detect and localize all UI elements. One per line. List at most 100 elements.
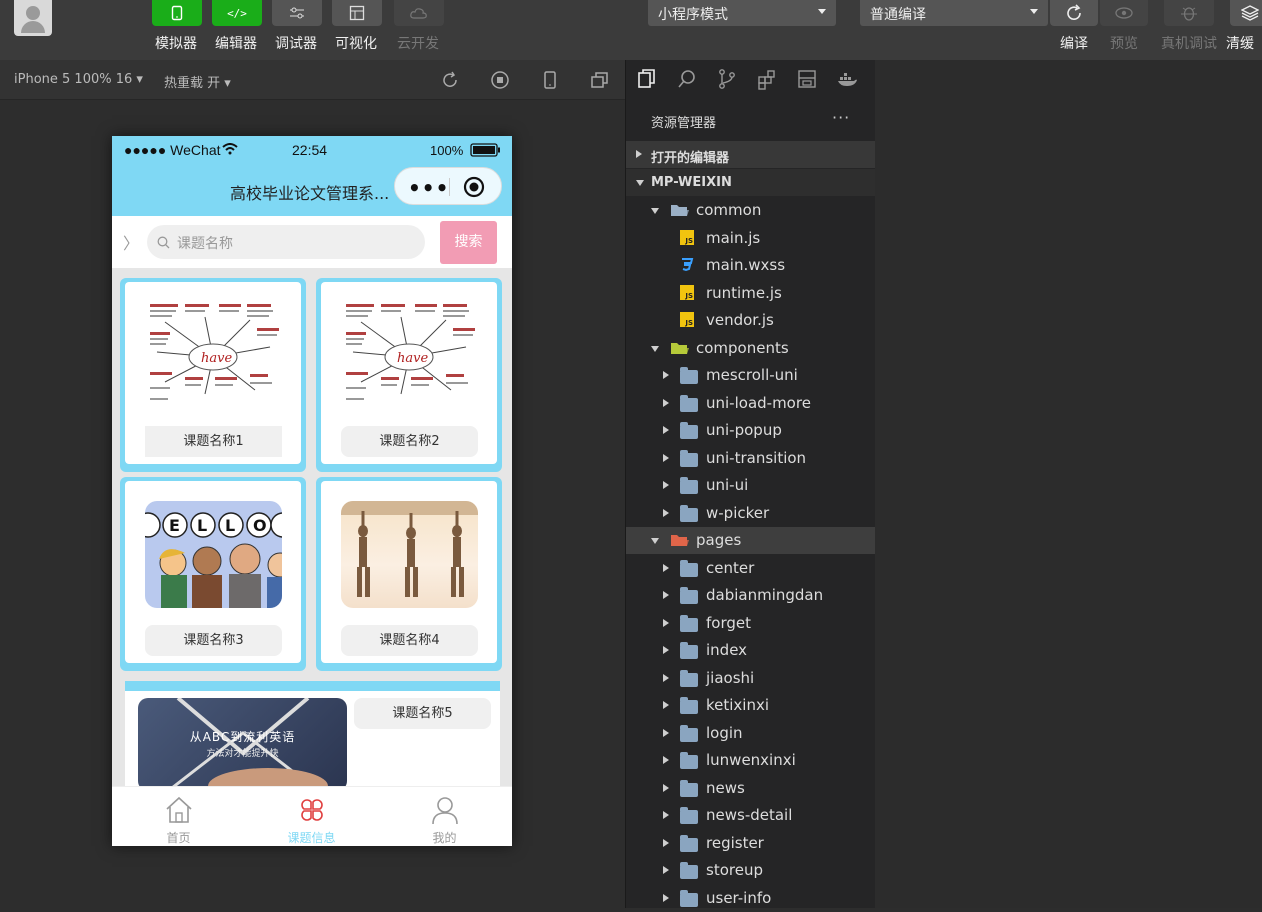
tree-item[interactable]: common xyxy=(626,197,876,224)
visual-toggle-button[interactable] xyxy=(332,0,382,26)
compile-mode-select[interactable]: 普通编译 xyxy=(860,0,1048,26)
chevron-right-icon[interactable] xyxy=(663,728,669,737)
tree-item[interactable]: lunwenxinxi xyxy=(626,747,876,774)
chevron-right-icon[interactable] xyxy=(663,893,669,902)
phone-icon xyxy=(171,5,183,21)
chevron-right-icon[interactable] xyxy=(663,838,669,847)
device-select[interactable]: iPhone 5 100% 16 ▾ xyxy=(14,72,143,87)
clear-cache-button[interactable] xyxy=(1230,0,1262,26)
more-dots-icon[interactable]: ••• xyxy=(408,176,449,200)
rotate-icon[interactable] xyxy=(440,70,460,90)
chevron-right-icon[interactable] xyxy=(663,591,669,599)
tree-item[interactable]: login xyxy=(626,720,876,747)
chevron-right-icon[interactable] xyxy=(663,866,669,874)
preview-button[interactable] xyxy=(1100,0,1148,26)
tree-item[interactable]: ketixinxi xyxy=(626,692,876,719)
search-icon[interactable] xyxy=(676,68,698,90)
chevron-down-icon[interactable] xyxy=(651,345,659,352)
simulator-toggle-button[interactable] xyxy=(152,0,202,26)
tree-item-label: main.wxss xyxy=(706,256,786,274)
tree-item[interactable]: forget xyxy=(626,610,876,637)
open-editors-section[interactable]: 打开的编辑器 xyxy=(626,141,876,168)
chevron-right-icon[interactable] xyxy=(663,618,669,627)
stop-icon[interactable] xyxy=(490,70,510,90)
topic-card-1[interactable]: have 课题名称1 xyxy=(120,278,306,472)
tree-item[interactable]: components xyxy=(626,335,876,362)
tab-topic-info-label: 课题信息 xyxy=(287,831,336,845)
tree-item[interactable]: w-picker xyxy=(626,500,876,527)
chevron-down-icon[interactable] xyxy=(651,538,659,544)
files-icon[interactable] xyxy=(636,68,658,90)
more-actions-icon[interactable]: ··· xyxy=(832,108,850,127)
tree-item[interactable]: JS main.js xyxy=(626,225,876,252)
search-button[interactable]: 搜索 xyxy=(440,221,497,264)
tree-item[interactable]: JS vendor.js xyxy=(626,307,876,334)
chevron-right-icon[interactable] xyxy=(663,646,669,654)
topic-card-2[interactable]: have 课题名称2 xyxy=(316,278,502,472)
hot-reload-toggle[interactable]: 热重载 开 ▾ xyxy=(164,72,231,91)
device-phone-icon[interactable] xyxy=(540,70,560,90)
tree-item[interactable]: mescroll-uni xyxy=(626,362,876,389)
tree-item[interactable]: news-detail xyxy=(626,802,876,829)
tree-item[interactable]: register xyxy=(626,830,876,857)
tab-topic-info[interactable]: 课题信息 xyxy=(245,787,378,846)
cloud-dev-button[interactable] xyxy=(394,0,444,26)
docker-icon[interactable] xyxy=(836,68,858,90)
tree-item[interactable]: main.wxss xyxy=(626,252,876,279)
remote-debug-button[interactable] xyxy=(1164,0,1214,26)
topic-card-5[interactable]: 从ABC到流利英语 方法对才能提升快 课题名称5 xyxy=(125,681,500,791)
chevron-right-icon[interactable] xyxy=(663,398,669,407)
chevron-right-icon[interactable]: 〉 xyxy=(123,230,139,254)
tree-item[interactable]: index xyxy=(626,637,876,664)
phone-status-bar: ●●●●● WeChat 22:54 100% xyxy=(112,136,512,164)
tree-item-label: news-detail xyxy=(706,806,793,824)
chevron-right-icon[interactable] xyxy=(663,783,669,792)
project-section[interactable]: MP-WEIXIN xyxy=(626,169,876,196)
close-target-icon[interactable] xyxy=(463,176,485,198)
chevron-right-icon[interactable] xyxy=(663,508,669,517)
tree-item[interactable]: center xyxy=(626,555,876,582)
chevron-right-icon[interactable] xyxy=(663,563,669,572)
debugger-toggle-button[interactable] xyxy=(272,0,322,26)
mode-select[interactable]: 小程序模式 xyxy=(648,0,836,26)
chevron-right-icon[interactable] xyxy=(663,481,669,489)
chevron-down-icon[interactable] xyxy=(651,208,659,214)
search-input[interactable]: 课题名称 xyxy=(147,225,425,259)
yoga-photo-image xyxy=(341,501,478,608)
tree-item[interactable]: JS runtime.js xyxy=(626,280,876,307)
topic-card-caption: 课题名称1 xyxy=(145,426,282,457)
tree-item[interactable]: uni-transition xyxy=(626,445,876,472)
folder-open-icon xyxy=(670,340,689,356)
tab-me[interactable]: 我的 xyxy=(378,787,511,846)
tree-item[interactable]: uni-load-more xyxy=(626,390,876,417)
topic-card-3[interactable]: ELLO 课题名称3 xyxy=(120,477,306,671)
chevron-right-icon[interactable] xyxy=(663,453,669,462)
compile-button[interactable] xyxy=(1050,0,1098,26)
chevron-right-icon[interactable] xyxy=(663,426,669,434)
activity-tabs xyxy=(626,60,876,100)
project-name: MP-WEIXIN xyxy=(651,175,732,190)
folder-icon xyxy=(680,669,698,687)
editor-toggle-button[interactable]: </> xyxy=(212,0,262,26)
chevron-right-icon[interactable] xyxy=(663,756,669,764)
user-avatar[interactable] xyxy=(14,0,52,36)
tree-item[interactable]: uni-popup xyxy=(626,417,876,444)
tree-item[interactable]: dabianmingdan xyxy=(626,582,876,609)
chevron-right-icon[interactable] xyxy=(663,811,669,819)
git-branch-icon[interactable] xyxy=(716,68,738,90)
tree-item[interactable]: news xyxy=(626,775,876,802)
chevron-right-icon[interactable] xyxy=(663,701,669,709)
storage-icon[interactable] xyxy=(796,68,818,90)
tree-item[interactable]: jiaoshi xyxy=(626,665,876,692)
extensions-icon[interactable] xyxy=(756,68,778,90)
chevron-right-icon[interactable] xyxy=(663,371,669,379)
tree-item[interactable]: pages xyxy=(626,527,876,554)
topic-card-4[interactable]: 课题名称4 xyxy=(316,477,502,671)
detach-window-icon[interactable] xyxy=(590,70,610,90)
clock-text: 22:54 xyxy=(292,142,328,158)
tree-item[interactable]: uni-ui xyxy=(626,472,876,499)
tree-item[interactable]: user-info xyxy=(626,885,876,912)
tree-item[interactable]: storeup xyxy=(626,857,876,884)
tab-home[interactable]: 首页 xyxy=(112,787,245,846)
chevron-right-icon[interactable] xyxy=(663,673,669,682)
